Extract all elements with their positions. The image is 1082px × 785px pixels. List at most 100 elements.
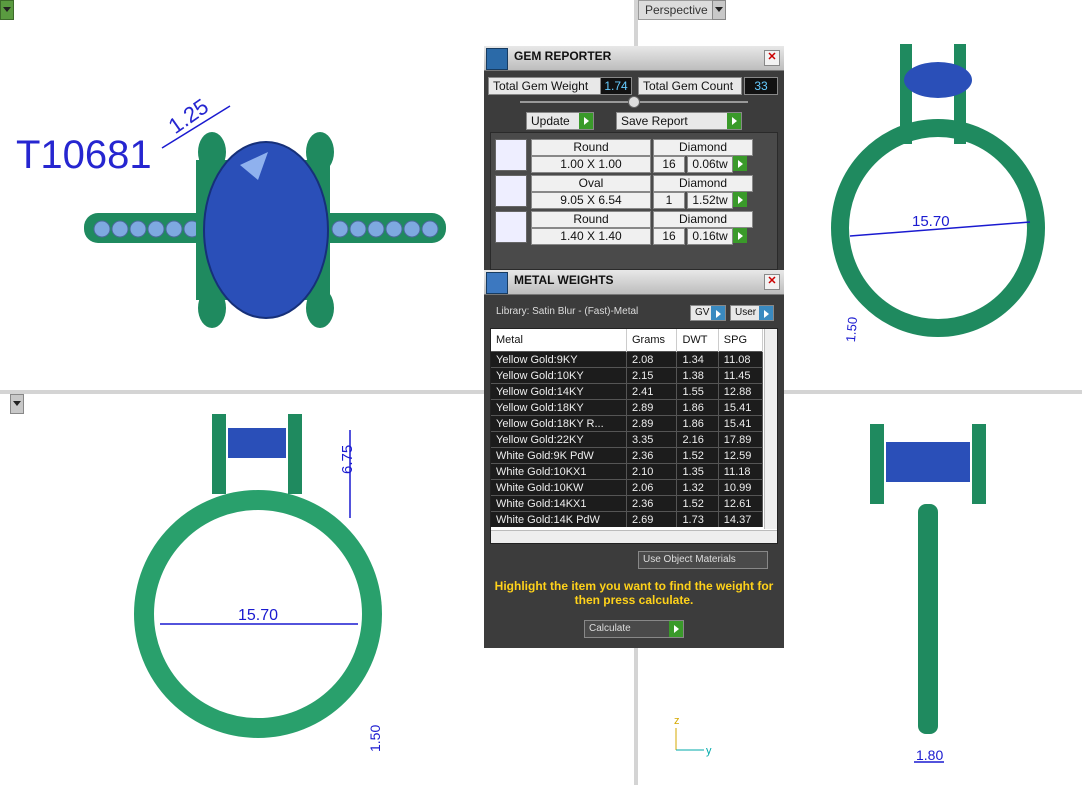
table-cell: 11.18 — [718, 463, 764, 480]
table-cell: Yellow Gold:10KY — [491, 367, 627, 384]
table-cell: 10.99 — [718, 479, 764, 496]
save-report-button[interactable]: Save Report — [616, 112, 742, 130]
table-cell: Yellow Gold:18KY R... — [491, 415, 627, 432]
gem-row[interactable]: Oval Diamond 9.05 X 6.54 1 1.52tw — [495, 175, 753, 209]
use-object-materials-toggle[interactable]: Use Object Materials — [638, 551, 768, 569]
vertical-scrollbar[interactable] — [764, 329, 777, 529]
oval-gem-icon — [495, 175, 527, 207]
table-cell: White Gold:10KW — [491, 479, 627, 496]
total-gem-weight-label: Total Gem Weight — [488, 77, 601, 95]
user-toggle[interactable]: User — [730, 305, 774, 321]
gem-select-button[interactable] — [733, 228, 747, 243]
table-cell: Yellow Gold:14KY — [491, 383, 627, 400]
gem-reporter-panel: GEM REPORTER ✕ Total Gem Weight 1.74 Tot… — [484, 46, 784, 648]
metal-weights-titlebar[interactable]: METAL WEIGHTS ✕ — [484, 270, 784, 295]
gem-weight: 0.06tw — [687, 156, 733, 173]
column-header[interactable]: DWT — [676, 329, 719, 352]
gem-size: 1.00 X 1.00 — [531, 156, 651, 173]
close-icon[interactable]: ✕ — [764, 274, 780, 290]
gem-row[interactable]: Round Diamond 1.40 X 1.40 16 0.16tw — [495, 211, 753, 245]
table-cell: 12.88 — [718, 383, 764, 400]
table-cell: 2.36 — [626, 447, 678, 464]
table-row[interactable]: White Gold:14KX1 2.36 1.52 12.61 — [491, 495, 764, 512]
column-header[interactable]: Metal — [491, 329, 627, 352]
table-row[interactable]: White Gold:14K PdW 2.69 1.73 14.37 — [491, 511, 764, 527]
table-cell: 15.41 — [718, 415, 764, 432]
close-icon[interactable]: ✕ — [764, 50, 780, 66]
calculate-button[interactable]: Calculate — [584, 620, 684, 638]
table-row[interactable]: Yellow Gold:18KY 2.89 1.86 15.41 — [491, 399, 764, 416]
table-cell: 1.38 — [676, 367, 719, 384]
table-row[interactable]: Yellow Gold:14KY 2.41 1.55 12.88 — [491, 383, 764, 400]
instruction-message: Highlight the item you want to find the … — [494, 579, 774, 607]
gv-toggle[interactable]: GV — [690, 305, 726, 321]
gem-reporter-title: GEM REPORTER — [514, 49, 612, 63]
table-cell: 1.86 — [676, 415, 719, 432]
total-gem-weight-value: 1.74 — [600, 77, 632, 95]
collapse-handle[interactable] — [628, 96, 640, 108]
gem-select-button[interactable] — [733, 156, 747, 171]
gem-material: Diamond — [653, 211, 753, 228]
table-cell: 1.52 — [676, 447, 719, 464]
table-cell: 11.45 — [718, 367, 764, 384]
band-dimension-label: 1.50 — [367, 725, 383, 752]
table-cell: 2.06 — [626, 479, 678, 496]
gem-count: 16 — [653, 228, 685, 245]
table-row[interactable]: White Gold:10KX1 2.10 1.35 11.18 — [491, 463, 764, 480]
table-row[interactable]: White Gold:9K PdW 2.36 1.52 12.59 — [491, 447, 764, 464]
gem-select-button[interactable] — [733, 192, 747, 207]
band-dimension-label: 1.50 — [843, 316, 860, 343]
table-cell: Yellow Gold:22KY — [491, 431, 627, 448]
table-cell: 1.55 — [676, 383, 719, 400]
table-row[interactable]: Yellow Gold:22KY 3.35 2.16 17.89 — [491, 431, 764, 448]
table-cell: 12.59 — [718, 447, 764, 464]
gem-weight: 1.52tw — [687, 192, 733, 209]
table-cell: 2.89 — [626, 415, 678, 432]
gem-row[interactable]: Round Diamond 1.00 X 1.00 16 0.06tw — [495, 139, 753, 173]
diameter-dimension-label: 15.70 — [912, 213, 950, 230]
table-cell: 3.35 — [626, 431, 678, 448]
table-cell: White Gold:14K PdW — [491, 511, 627, 527]
width-dimension-label: 1.80 — [916, 747, 943, 763]
table-cell: 2.16 — [676, 431, 719, 448]
gem-size: 1.40 X 1.40 — [531, 228, 651, 245]
gem-shape: Oval — [531, 175, 651, 192]
gem-material: Diamond — [653, 175, 753, 192]
gem-reporter-icon — [486, 48, 508, 70]
table-cell: Yellow Gold:18KY — [491, 399, 627, 416]
axis-z-label: z — [674, 715, 680, 727]
table-cell: White Gold:9K PdW — [491, 447, 627, 464]
total-gem-count-value: 33 — [744, 77, 778, 95]
gem-size: 9.05 X 6.54 — [531, 192, 651, 209]
table-row[interactable]: Yellow Gold:18KY R... 2.89 1.86 15.41 — [491, 415, 764, 432]
table-cell: 17.89 — [718, 431, 764, 448]
total-gem-count-label: Total Gem Count — [638, 77, 742, 95]
table-cell: 2.89 — [626, 399, 678, 416]
column-header[interactable]: SPG — [718, 329, 764, 352]
gem-weight: 0.16tw — [687, 228, 733, 245]
table-cell: 11.08 — [718, 351, 764, 368]
table-cell: 2.36 — [626, 495, 678, 512]
gem-shape: Round — [531, 211, 651, 228]
table-cell: 1.35 — [676, 463, 719, 480]
table-row[interactable]: Yellow Gold:9KY 2.08 1.34 11.08 — [491, 351, 764, 368]
update-button[interactable]: Update — [526, 112, 594, 130]
table-cell: Yellow Gold:9KY — [491, 351, 627, 368]
part-number-label: T10681 — [16, 133, 152, 177]
table-cell: 2.41 — [626, 383, 678, 400]
column-header[interactable]: Grams — [626, 329, 678, 352]
table-cell: 1.52 — [676, 495, 719, 512]
gem-material: Diamond — [653, 139, 753, 156]
table-row[interactable]: Yellow Gold:10KY 2.15 1.38 11.45 — [491, 367, 764, 384]
gem-shape: Round — [531, 139, 651, 156]
gem-count: 16 — [653, 156, 685, 173]
table-cell: 12.61 — [718, 495, 764, 512]
table-cell: 1.86 — [676, 399, 719, 416]
horizontal-scrollbar[interactable] — [491, 530, 777, 543]
table-cell: 1.34 — [676, 351, 719, 368]
metal-table[interactable]: Metal Grams DWT SPG Yellow Gold:9KY 2.08 1.34… — [490, 328, 778, 544]
table-cell: 15.41 — [718, 399, 764, 416]
gem-reporter-titlebar[interactable]: GEM REPORTER ✕ — [484, 46, 784, 71]
table-row[interactable]: White Gold:10KW 2.06 1.32 10.99 — [491, 479, 764, 496]
axis-y-label: y — [706, 745, 712, 757]
